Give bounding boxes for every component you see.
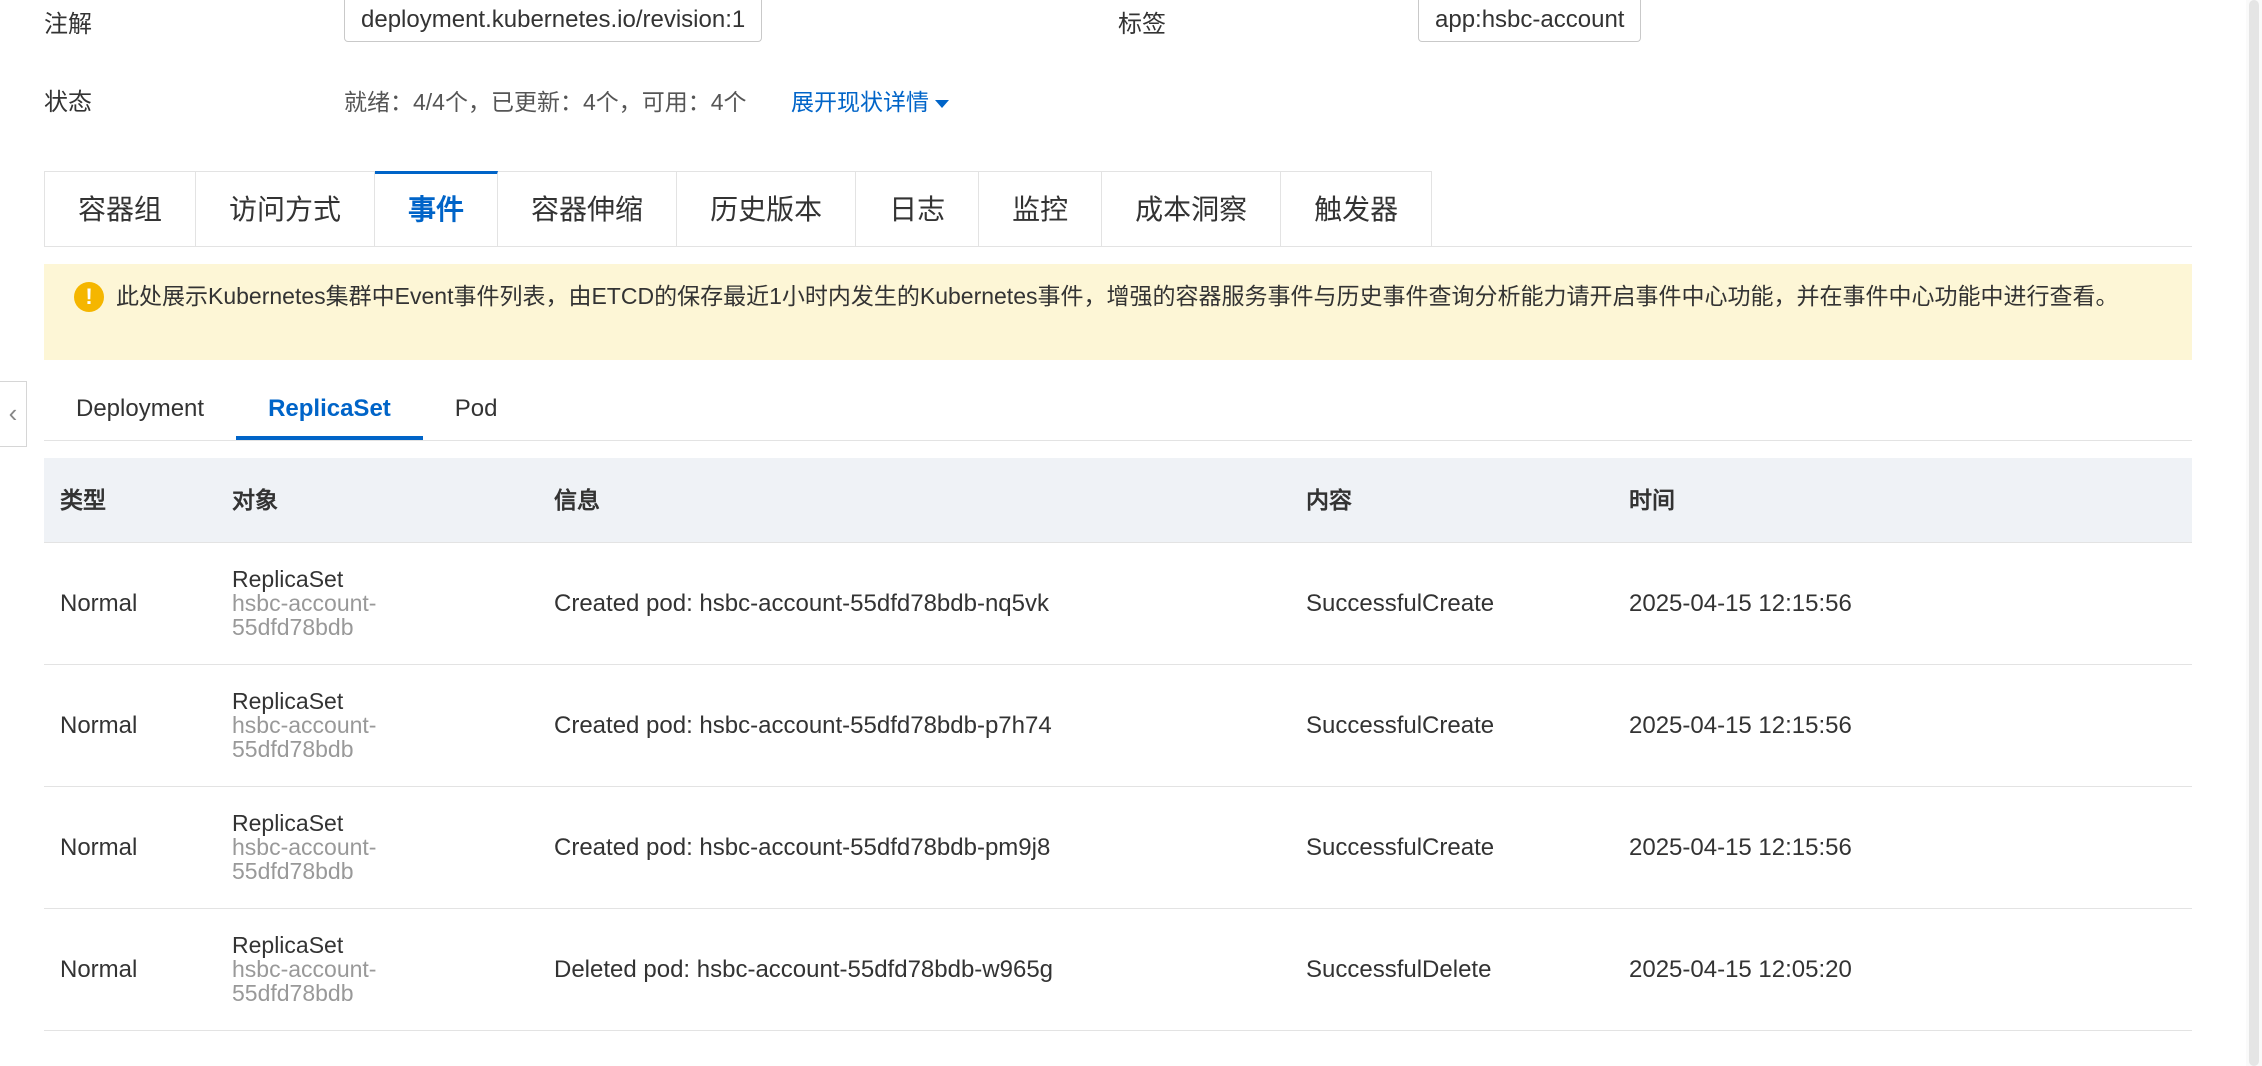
labels-label: 标签 (1118, 11, 1166, 38)
event-time: 2025-04-15 12:05:20 (1629, 956, 1852, 983)
object-name-line1: hsbc-account- (232, 956, 377, 982)
event-object: ReplicaSet hsbc-account- 55dfd78bdb (232, 933, 376, 1005)
scrollbar-thumb[interactable] (2249, 0, 2259, 1066)
tab-access[interactable]: 访问方式 (196, 171, 376, 247)
event-reason: SuccessfulCreate (1306, 834, 1495, 861)
table-row: Normal ReplicaSet hsbc-account- 55dfd78b… (44, 787, 2192, 909)
event-reason: SuccessfulCreate (1306, 712, 1495, 739)
event-type: Normal (60, 590, 138, 617)
table-row: Normal ReplicaSet hsbc-account- 55dfd78b… (44, 543, 2192, 665)
events-table: 类型 对象 信息 内容 时间 Normal ReplicaSet hsbc-ac… (44, 458, 2192, 1031)
tabs-divider (44, 246, 2192, 247)
tab-events[interactable]: 事件 (375, 171, 499, 247)
object-kind: ReplicaSet (232, 810, 344, 836)
exclamation-icon: ! (74, 282, 104, 312)
workload-detail-page: 注解 deployment.kubernetes.io/revision:1 标… (0, 0, 2262, 1066)
sub-tabs: Deployment ReplicaSet Pod (44, 384, 529, 440)
event-time: 2025-04-15 12:15:56 (1629, 590, 1852, 617)
tab-monitoring[interactable]: 监控 (979, 171, 1103, 247)
notice-text: 此处展示Kubernetes集群中Event事件列表，由ETCD的保存最近1小时… (116, 283, 2119, 309)
annotation-tag: deployment.kubernetes.io/revision:1 (344, 0, 763, 42)
event-type: Normal (60, 712, 138, 739)
tab-history[interactable]: 历史版本 (677, 171, 857, 247)
event-time: 2025-04-15 12:15:56 (1629, 834, 1852, 861)
table-header: 类型 对象 信息 内容 时间 (44, 458, 2192, 543)
tab-triggers[interactable]: 触发器 (1281, 171, 1433, 247)
tab-pods[interactable]: 容器组 (45, 171, 197, 247)
expand-status-link[interactable]: 展开现状详情 (791, 83, 949, 117)
event-message: Created pod: hsbc-account-55dfd78bdb-pm9… (554, 834, 1051, 861)
event-reason: SuccessfulCreate (1306, 590, 1495, 617)
event-type: Normal (60, 834, 138, 861)
header-time: 时间 (1629, 487, 1675, 513)
object-kind: ReplicaSet (232, 932, 344, 958)
object-name-line2: 55dfd78bdb (232, 980, 354, 1006)
caret-down-icon (935, 99, 949, 108)
subtab-replicaset[interactable]: ReplicaSet (236, 384, 423, 440)
events-notice: ! 此处展示Kubernetes集群中Event事件列表，由ETCD的保存最近1… (44, 264, 2192, 360)
event-object: ReplicaSet hsbc-account- 55dfd78bdb (232, 689, 376, 761)
subtab-deployment[interactable]: Deployment (44, 384, 236, 440)
tab-cost[interactable]: 成本洞察 (1102, 171, 1282, 247)
event-time: 2025-04-15 12:15:56 (1629, 712, 1852, 739)
event-message: Deleted pod: hsbc-account-55dfd78bdb-w96… (554, 956, 1054, 983)
header-type: 类型 (60, 487, 106, 513)
event-object: ReplicaSet hsbc-account- 55dfd78bdb (232, 567, 376, 639)
object-name-line1: hsbc-account- (232, 590, 377, 616)
event-reason: SuccessfulDelete (1306, 956, 1492, 983)
event-message: Created pod: hsbc-account-55dfd78bdb-nq5… (554, 590, 1049, 617)
table-row: Normal ReplicaSet hsbc-account- 55dfd78b… (44, 909, 2192, 1031)
header-message: 信息 (554, 487, 600, 513)
object-kind: ReplicaSet (232, 688, 344, 714)
tab-logs[interactable]: 日志 (856, 171, 980, 247)
chevron-left-icon[interactable]: ‹ (0, 381, 27, 447)
subtab-pod[interactable]: Pod (423, 384, 530, 440)
event-message: Created pod: hsbc-account-55dfd78bdb-p7h… (554, 712, 1052, 739)
object-name-line1: hsbc-account- (232, 834, 377, 860)
status-label: 状态 (44, 89, 92, 116)
object-kind: ReplicaSet (232, 566, 344, 592)
event-type: Normal (60, 956, 138, 983)
main-tabs: 容器组 访问方式 事件 容器伸缩 历史版本 日志 监控 成本洞察 触发器 (44, 171, 1433, 247)
annotation-label: 注解 (44, 11, 92, 38)
event-object: ReplicaSet hsbc-account- 55dfd78bdb (232, 811, 376, 883)
table-row: Normal ReplicaSet hsbc-account- 55dfd78b… (44, 665, 2192, 787)
object-name-line1: hsbc-account- (232, 712, 377, 738)
object-name-line2: 55dfd78bdb (232, 858, 354, 884)
tab-scaling[interactable]: 容器伸缩 (498, 171, 678, 247)
status-value: 就绪：4/4个，已更新：4个，可用：4个 (344, 89, 747, 115)
subtabs-divider (44, 440, 2192, 441)
object-name-line2: 55dfd78bdb (232, 736, 354, 762)
header-object: 对象 (232, 487, 278, 513)
header-reason: 内容 (1306, 487, 1352, 513)
expand-status-label: 展开现状详情 (791, 89, 929, 115)
labels-tag: app:hsbc-account (1418, 0, 1642, 42)
object-name-line2: 55dfd78bdb (232, 614, 354, 640)
